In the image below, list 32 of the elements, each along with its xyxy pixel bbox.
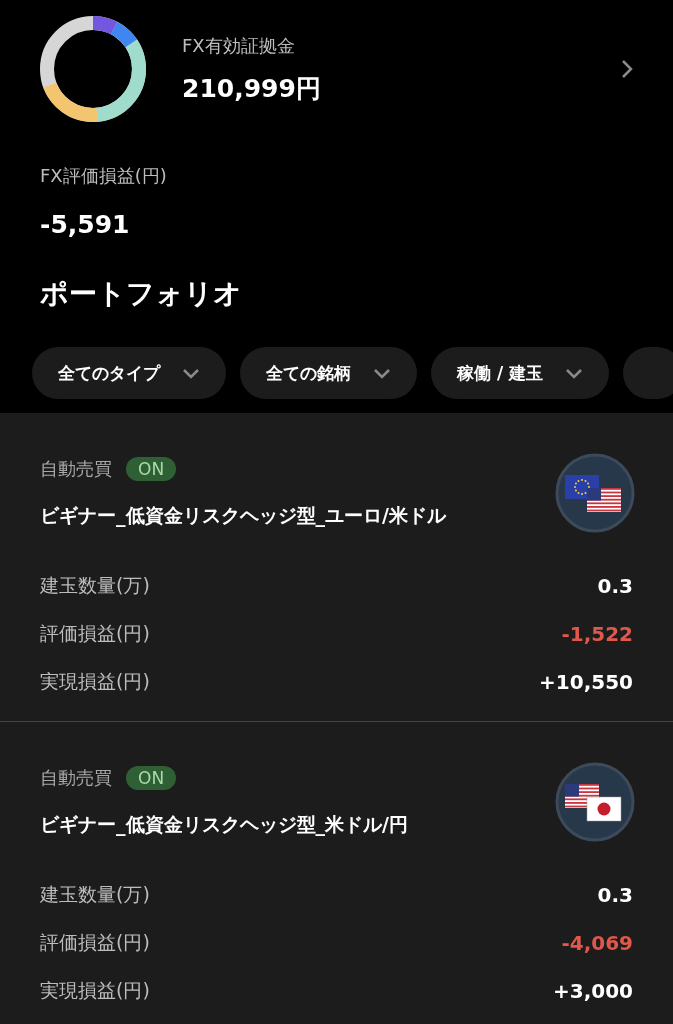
row-value: 0.3	[597, 574, 633, 598]
row-label: 建玉数量(万)	[40, 573, 150, 598]
row-label: 実現損益(円)	[40, 978, 150, 1003]
status-badge: ON	[126, 457, 177, 481]
row-value: 0.3	[597, 883, 633, 907]
filter-dropdown[interactable]: 稼働 / 建玉	[431, 347, 610, 399]
row-value: +3,000	[552, 979, 633, 1003]
margin-label: FX有効証拠金	[182, 33, 296, 58]
row-value: +10,550	[539, 670, 633, 694]
strategy-name: ビギナー_低資金リスクヘッジ型_ユーロ/米ドル	[40, 503, 446, 529]
filter-dropdown[interactable]: 全てのタイプ	[32, 347, 226, 399]
chevron-down-icon	[565, 367, 584, 379]
strategy-card[interactable]: 自動売買 ON ビギナー_低資金リスクヘッジ型_米ドル/円 建玉数量(万) 0.3 評価損益(円) -4,069 実現損益(円) +3,000	[0, 722, 673, 1024]
filter-dropdown[interactable]: 全ての銘柄	[240, 347, 417, 399]
row-label: 建玉数量(万)	[40, 882, 150, 907]
row-label: 評価損益(円)	[40, 621, 150, 646]
row-label: 実現損益(円)	[40, 669, 150, 694]
portfolio-title: ポートフォリオ	[40, 276, 243, 312]
auto-trade-label: 自動売買	[40, 457, 112, 481]
chevron-down-icon	[373, 367, 391, 379]
auto-trade-label: 自動売買	[40, 766, 112, 790]
chevron-down-icon	[182, 367, 200, 379]
row-label: 評価損益(円)	[40, 930, 150, 955]
profit-loss-value: -5,591	[40, 210, 130, 239]
status-badge: ON	[126, 766, 177, 790]
row-value: -4,069	[561, 931, 633, 955]
profit-loss-label: FX評価損益(円)	[40, 164, 168, 188]
chevron-right-icon[interactable]	[621, 59, 633, 79]
strategy-name: ビギナー_低資金リスクヘッジ型_米ドル/円	[40, 812, 408, 838]
row-value: -1,522	[561, 622, 633, 646]
margin-value: 210,999円	[182, 72, 322, 105]
strategy-card[interactable]: 自動売買 ON ビギナー_低資金リスクヘッジ型_ユーロ/米ドル 建玉数量(万) 0.3 評価損益(円) -1,522 実現損益(円) +10,550	[0, 413, 673, 722]
